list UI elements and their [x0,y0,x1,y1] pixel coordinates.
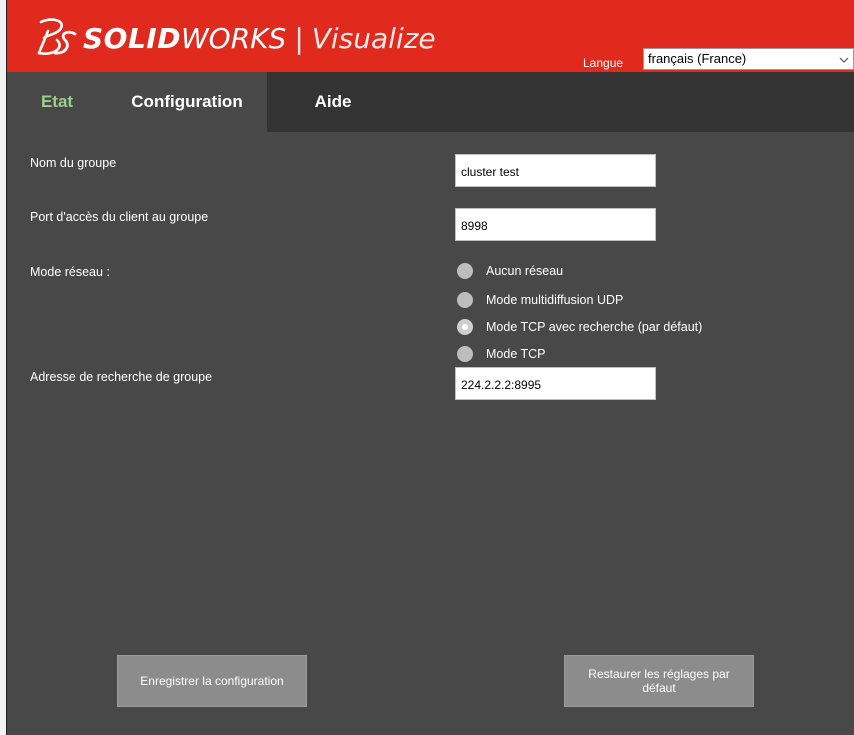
tab-bar: Etat Configuration Aide [7,72,854,132]
radio-tcp-discovery[interactable]: Mode TCP avec recherche (par défaut) [457,319,702,335]
discovery-address-input[interactable]: 224.2.2.2:8995 [455,367,656,400]
app-header: SOLID WORKS | Visualize Langue français … [7,0,854,72]
client-port-input[interactable]: 8998 [455,208,656,241]
radio-button[interactable] [457,263,473,279]
brand-works: WORKS [180,21,287,55]
language-select-value: français (France) [648,51,747,66]
radio-no-network[interactable]: Aucun réseau [457,263,563,279]
group-name-input[interactable]: cluster test [455,154,656,187]
brand-solid: SOLID [83,21,181,55]
radio-label: Mode TCP [486,347,546,361]
discovery-address-value: 224.2.2.2:8995 [461,378,542,392]
discovery-address-label: Adresse de recherche de groupe [30,370,213,384]
client-port-label: Port d'accès du client au groupe [30,210,209,224]
tab-configuration-label: Configuration [131,92,243,111]
language-label: Langue [583,56,624,70]
radio-label: Mode TCP avec recherche (par défaut) [486,320,703,334]
window-left-border [0,0,7,735]
chevron-down-icon [839,57,849,63]
radio-button[interactable] [457,292,473,308]
save-configuration-button[interactable]: Enregistrer la configuration [117,655,307,707]
group-name-label: Nom du groupe [30,156,117,170]
language-select[interactable]: français (France) [643,48,854,70]
radio-label: Mode multidiffusion UDP [486,293,624,307]
tab-aide[interactable]: Aide [297,72,369,132]
brand-product-name: Visualize [311,21,436,55]
restore-defaults-label: Restaurer les réglages par défaut [588,667,730,695]
radio-label: Aucun réseau [486,264,564,278]
solidworks-logo: SOLID WORKS | Visualize [35,14,436,62]
group-name-value: cluster test [461,165,520,179]
client-port-value: 8998 [461,219,488,233]
tab-etat[interactable]: Etat [7,72,107,132]
tab-aide-label: Aide [314,92,352,111]
radio-udp-multicast[interactable]: Mode multidiffusion UDP [457,292,623,308]
radio-button[interactable] [457,346,473,362]
tab-configuration[interactable]: Configuration [107,72,267,132]
network-mode-label: Mode réseau : [30,265,110,279]
app-window: SOLID WORKS | Visualize Langue français … [7,0,854,735]
restore-defaults-button[interactable]: Restaurer les réglages par défaut [564,655,754,707]
tab-etat-label: Etat [40,92,74,111]
radio-tcp[interactable]: Mode TCP [457,346,546,362]
radio-button-selected[interactable] [457,319,473,335]
ds-logo-icon [37,18,77,55]
save-configuration-label: Enregistrer la configuration [140,674,284,688]
brand-separator: | [294,21,304,55]
